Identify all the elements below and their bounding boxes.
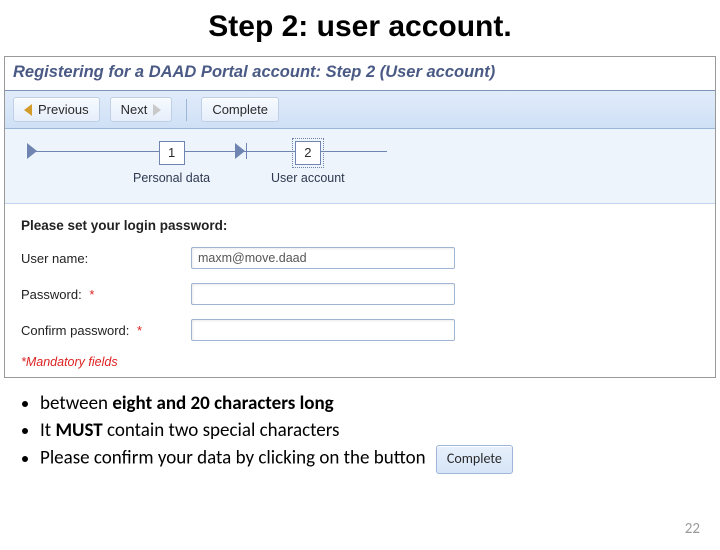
info-line-3-text: Please confirm your data by clicking on … — [40, 447, 426, 470]
next-button[interactable]: Next — [110, 97, 173, 122]
required-asterisk: * — [137, 323, 142, 338]
progress-arrow-icon — [235, 143, 245, 159]
username-label: User name: — [21, 251, 191, 266]
password-label: Password: * — [21, 287, 191, 302]
next-button-label: Next — [121, 102, 148, 117]
previous-button[interactable]: Previous — [13, 97, 100, 122]
complete-button-inline[interactable]: Complete — [436, 445, 513, 473]
confirm-password-label-text: Confirm password: — [21, 323, 129, 338]
info-line-3: Please confirm your data by clicking on … — [40, 445, 702, 473]
registration-panel: Registering for a DAAD Portal account: S… — [4, 56, 716, 378]
required-asterisk: * — [89, 287, 94, 302]
info-line-1: between eight and 20 characters long — [40, 392, 702, 417]
form-title: Please set your login password: — [21, 218, 699, 233]
wizard-step-1-number: 1 — [159, 141, 185, 165]
chevron-left-icon — [24, 104, 32, 116]
slide-title: Step 2: user account. — [0, 10, 720, 44]
form-area: Please set your login password: User nam… — [5, 204, 715, 377]
info-line-2-pre: It — [40, 419, 55, 442]
previous-button-label: Previous — [38, 102, 89, 117]
password-input[interactable] — [191, 283, 455, 305]
page-number: 22 — [685, 520, 700, 538]
row-password: Password: * — [21, 283, 699, 305]
info-line-2-post: contain two special characters — [103, 419, 340, 442]
panel-heading: Registering for a DAAD Portal account: S… — [5, 57, 715, 91]
complete-button[interactable]: Complete — [201, 97, 279, 122]
wizard-step-2-label: User account — [271, 171, 345, 185]
password-label-text: Password: — [21, 287, 82, 302]
row-username: User name: — [21, 247, 699, 269]
mandatory-note: *Mandatory fields — [21, 355, 699, 369]
wizard-step-1-label: Personal data — [133, 171, 210, 185]
row-confirm-password: Confirm password: * — [21, 319, 699, 341]
confirm-password-input[interactable] — [191, 319, 455, 341]
toolbar-separator — [186, 99, 187, 121]
chevron-right-icon — [153, 104, 161, 116]
info-line-2-bold: MUST — [55, 419, 102, 442]
confirm-password-label: Confirm password: * — [21, 323, 191, 338]
info-line-1-pre: between — [40, 392, 112, 415]
wizard-toolbar: Previous Next Complete — [5, 91, 715, 129]
info-bullets: between eight and 20 characters long It … — [18, 392, 702, 474]
progress-end-tick — [246, 143, 247, 159]
info-line-2: It MUST contain two special characters — [40, 419, 702, 444]
wizard-step-2[interactable]: 2 User account — [271, 141, 345, 185]
wizard-progress: 1 Personal data 2 User account — [5, 129, 715, 204]
complete-button-label: Complete — [212, 102, 268, 117]
wizard-step-1[interactable]: 1 Personal data — [133, 141, 210, 185]
wizard-step-2-number: 2 — [295, 141, 321, 165]
info-line-1-bold: eight and 20 characters long — [112, 392, 333, 415]
username-input[interactable] — [191, 247, 455, 269]
